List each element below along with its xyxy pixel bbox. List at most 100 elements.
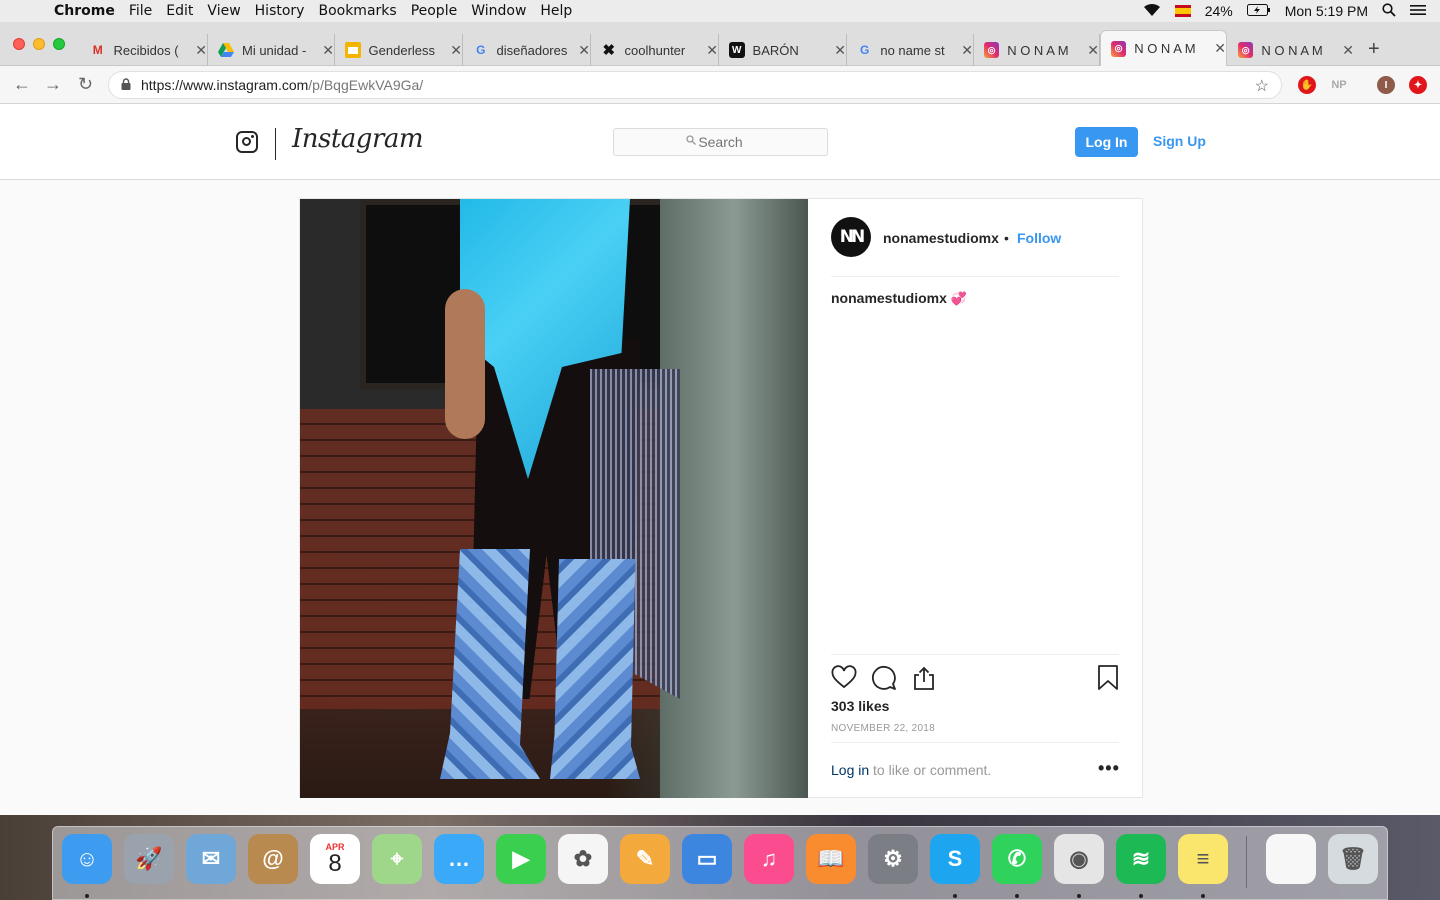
avatar[interactable]: NN <box>831 217 871 257</box>
tab-close-icon[interactable]: ✕ <box>450 42 462 59</box>
running-indicator <box>1015 894 1019 898</box>
ibooks-icon[interactable]: 📖 <box>806 834 856 884</box>
tab-title: no name st <box>880 42 945 58</box>
spotify-icon[interactable]: ≋ <box>1116 834 1166 884</box>
tab-close-icon[interactable]: ✕ <box>322 42 334 59</box>
tab-close-icon[interactable]: ✕ <box>961 42 973 59</box>
facetime-icon[interactable]: ▶ <box>496 834 546 884</box>
window-minimize-button[interactable] <box>33 38 45 50</box>
reload-icon[interactable]: ↻ <box>78 74 93 95</box>
skype-icon[interactable]: S <box>930 834 980 884</box>
menu-people[interactable]: People <box>411 3 458 19</box>
input-source-flag-icon[interactable] <box>1174 5 1191 17</box>
forward-arrow-icon[interactable]: → <box>44 74 62 95</box>
finder-icon[interactable]: ☺ <box>62 834 112 884</box>
tab-disenadores[interactable]: G diseñadores ✕ <box>463 34 591 66</box>
tab-close-icon[interactable]: ✕ <box>1342 42 1354 59</box>
tab-close-icon[interactable]: ✕ <box>1214 40 1226 57</box>
search-box[interactable] <box>613 128 828 156</box>
notes-icon[interactable]: ≡ <box>1178 834 1228 884</box>
comment-prompt-text: to like or comment. <box>869 762 992 778</box>
np-extension-icon[interactable]: NP <box>1330 76 1348 94</box>
photos-icon[interactable]: ✿ <box>558 834 608 884</box>
menu-history[interactable]: History <box>255 3 305 19</box>
keynote-icon[interactable]: ▭ <box>682 834 732 884</box>
instagram-wordmark[interactable]: Instagram <box>292 124 424 154</box>
log-in-link[interactable]: Log in <box>831 762 869 778</box>
save-bookmark-icon[interactable] <box>1097 665 1123 691</box>
window-close-button[interactable] <box>13 38 25 50</box>
tab-gmail[interactable]: M Recibidos ( ✕ <box>80 34 208 66</box>
caption-username[interactable]: nonamestudiomx <box>831 290 947 306</box>
wifi-icon[interactable] <box>1143 3 1161 20</box>
menu-bookmarks[interactable]: Bookmarks <box>318 3 396 19</box>
tab-google-drive[interactable]: Mi unidad - ✕ <box>208 34 335 66</box>
menu-view[interactable]: View <box>207 3 240 19</box>
menu-help[interactable]: Help <box>540 3 572 19</box>
back-arrow-icon[interactable]: ← <box>13 74 31 95</box>
spotlight-search-icon[interactable] <box>1382 2 1396 20</box>
window-fullscreen-button[interactable] <box>53 38 65 50</box>
itunes-icon[interactable]: ♫ <box>744 834 794 884</box>
tab-title: N O N A M <box>1007 42 1069 58</box>
url-text: https://www.instagram.com/p/BqgEwkVA9Ga/ <box>141 77 423 93</box>
menubar-clock[interactable]: Mon 5:19 PM <box>1285 3 1368 19</box>
trash-icon[interactable]: 🗑 <box>1328 834 1378 884</box>
adblock-extension-icon[interactable]: ✋ <box>1298 76 1316 94</box>
tab-close-icon[interactable]: ✕ <box>195 42 207 59</box>
menu-file[interactable]: File <box>129 3 152 19</box>
comment-bubble-icon[interactable] <box>871 665 897 691</box>
whatsapp-icon[interactable]: ✆ <box>992 834 1042 884</box>
tab-nonam-1[interactable]: ◎ N O N A M ✕ <box>974 34 1100 66</box>
post-sidebar: NN nonamestudiomx • Follow nonamestudiom… <box>808 199 1143 798</box>
chrome-icon[interactable]: ◉ <box>1054 834 1104 884</box>
menu-edit[interactable]: Edit <box>166 3 193 19</box>
tab-close-icon[interactable]: ✕ <box>834 42 846 59</box>
bookmark-star-icon[interactable]: ☆ <box>1255 76 1269 96</box>
divider <box>831 742 1119 743</box>
search-input[interactable] <box>614 134 827 150</box>
battery-percent[interactable]: 24% <box>1205 3 1233 19</box>
address-bar[interactable]: https://www.instagram.com/p/BqgEwkVA9Ga/… <box>108 71 1282 99</box>
tab-genderless[interactable]: Genderless ✕ <box>335 34 463 66</box>
google-icon: G <box>476 43 486 57</box>
post-username[interactable]: nonamestudiomx <box>883 230 999 246</box>
mail-icon[interactable]: ✉ <box>186 834 236 884</box>
tab-coolhunter[interactable]: ✖ coolhunter ✕ <box>591 34 719 66</box>
tab-close-icon[interactable]: ✕ <box>578 42 590 59</box>
launchpad-icon[interactable]: 🚀 <box>124 834 174 884</box>
calendar-icon[interactable]: APR 8 <box>310 834 360 884</box>
contacts-icon[interactable]: @ <box>248 834 298 884</box>
log-in-button[interactable]: Log In <box>1075 127 1138 157</box>
tab-no-name-studio[interactable]: G no name st ✕ <box>847 34 974 66</box>
divider <box>831 654 1119 655</box>
maps-icon[interactable]: ⌖ <box>372 834 422 884</box>
tab-title: N O N A M <box>1261 42 1323 58</box>
tab-title: Mi unidad - <box>242 42 307 58</box>
pages-icon[interactable]: ✎ <box>620 834 670 884</box>
menu-window[interactable]: Window <box>471 3 526 19</box>
tab-nonam-3[interactable]: ◎ N O N A M ✕ <box>1228 34 1354 66</box>
like-heart-icon[interactable] <box>831 665 857 691</box>
tab-baron[interactable]: W BARÓN ✕ <box>719 34 847 66</box>
new-tab-button[interactable]: + <box>1368 38 1380 61</box>
extension-red-icon[interactable]: ✦ <box>1409 76 1427 94</box>
system-preferences-icon[interactable]: ⚙ <box>868 834 918 884</box>
post-photo[interactable] <box>300 199 808 798</box>
tab-nonam-active[interactable]: ◎ N O N A M ✕ <box>1100 30 1227 66</box>
instagram-camera-icon[interactable] <box>236 131 258 153</box>
more-options-icon[interactable]: ••• <box>1098 758 1120 779</box>
profile-avatar[interactable]: I <box>1377 76 1395 94</box>
tab-close-icon[interactable]: ✕ <box>706 42 718 59</box>
notification-center-icon[interactable] <box>1410 3 1426 19</box>
tab-title: diseñadores <box>496 42 568 58</box>
share-icon[interactable] <box>911 665 937 691</box>
tab-close-icon[interactable]: ✕ <box>1087 42 1099 59</box>
follow-button[interactable]: Follow <box>1017 230 1061 246</box>
messages-icon[interactable]: … <box>434 834 484 884</box>
battery-icon[interactable] <box>1246 3 1271 19</box>
likes-count[interactable]: 303 likes <box>831 698 889 714</box>
document-icon[interactable] <box>1266 834 1316 884</box>
menu-app-name[interactable]: Chrome <box>54 3 115 19</box>
sign-up-link[interactable]: Sign Up <box>1153 133 1206 149</box>
